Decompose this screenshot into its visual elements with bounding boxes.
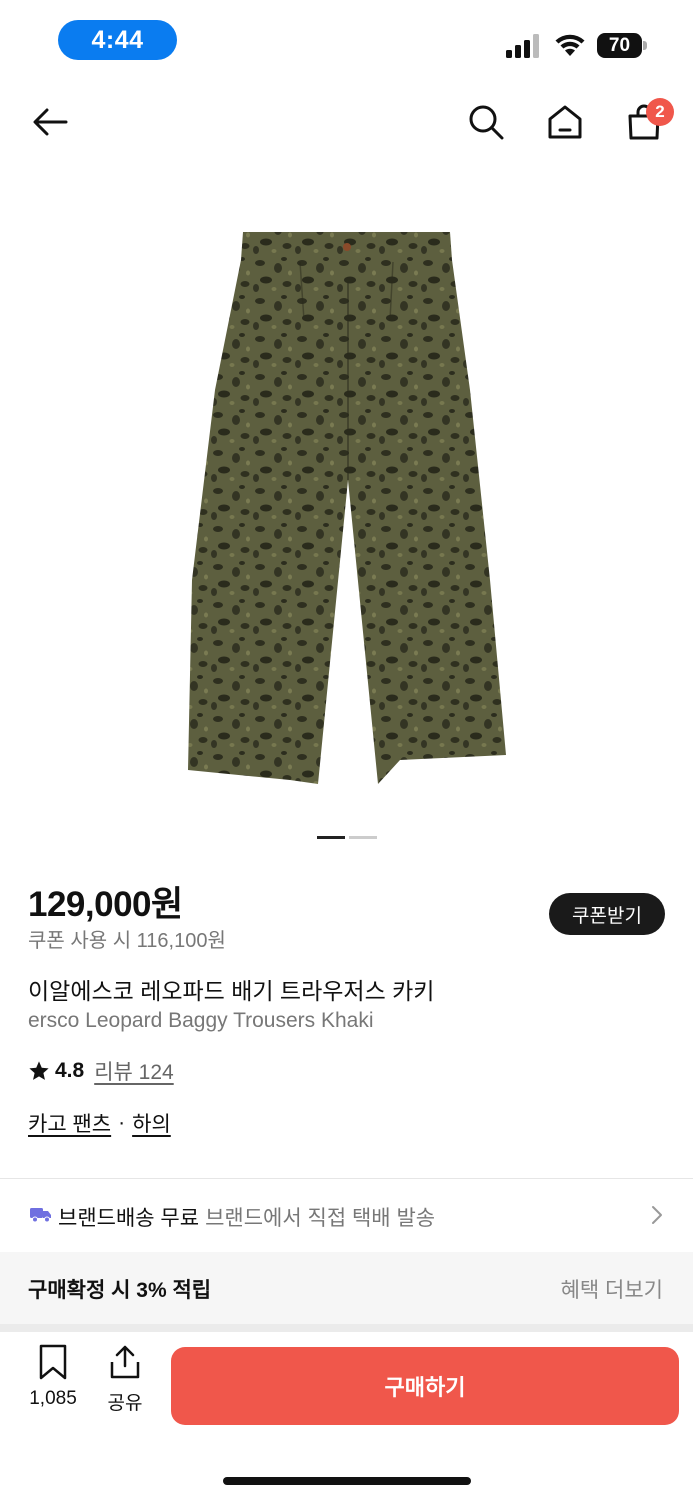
bookmark-count: 1,085 (29, 1388, 77, 1409)
back-button[interactable] (26, 98, 74, 146)
bottom-action-bar: 1,085 공유 구매하기 (0, 1332, 693, 1500)
home-indicator (223, 1477, 471, 1485)
review-link[interactable]: 리뷰 124 (94, 1056, 174, 1086)
star-icon (29, 1061, 49, 1080)
chevron-right-icon (652, 1206, 662, 1224)
coupon-price: 쿠폰 사용 시 116,100원 (28, 930, 226, 952)
rating-value: 4.8 (55, 1059, 85, 1082)
battery-cap (643, 41, 647, 50)
section-divider (0, 1178, 693, 1179)
share-label: 공유 (107, 1393, 143, 1414)
delivery-truck-icon (30, 1208, 51, 1223)
status-time: 4:44 (58, 20, 177, 60)
category-link-bottoms[interactable]: 하의 (132, 1108, 171, 1138)
product-image[interactable] (0, 180, 693, 820)
battery-level: 70 (597, 33, 642, 58)
shipping-description: 브랜드에서 직접 택배 발송 (205, 1207, 436, 1230)
cart-count-badge: 2 (646, 98, 674, 126)
category-link-cargo-pants[interactable]: 카고 팬츠 (28, 1108, 111, 1138)
wifi-icon (555, 34, 585, 56)
cellular-signal-icon (506, 34, 539, 58)
home-button[interactable] (541, 98, 589, 146)
category-separator: · (118, 1111, 126, 1134)
share-icon (110, 1345, 140, 1379)
carousel-dot (349, 836, 377, 839)
carousel-indicator (317, 836, 377, 840)
product-name-korean: 이알에스코 레오파드 배기 트라우저스 카키 (28, 978, 435, 1004)
buy-button[interactable]: 구매하기 (171, 1347, 679, 1425)
product-name-english: ersco Leopard Baggy Trousers Khaki (28, 1009, 374, 1032)
get-coupon-button[interactable]: 쿠폰받기 (549, 893, 665, 935)
back-arrow-icon (33, 108, 68, 136)
category-breadcrumb: 카고 팬츠 · 하의 (28, 1108, 171, 1138)
share-button[interactable]: 공유 (98, 1344, 152, 1420)
product-price: 129,000원 (28, 885, 183, 924)
benefit-title: 구매확정 시 3% 적립 (28, 1279, 212, 1302)
status-bar: 4:44 70 (0, 0, 693, 80)
shipping-title: 브랜드배송 무료 (58, 1207, 200, 1230)
bookmark-icon (39, 1344, 67, 1380)
battery-indicator: 70 (597, 33, 647, 58)
bookmark-button[interactable]: 1,085 (20, 1344, 86, 1420)
carousel-dot-active (317, 836, 345, 839)
benefit-row[interactable]: 구매확정 시 3% 적립 혜택 더보기 (0, 1252, 693, 1324)
shipping-text: 브랜드배송 무료 브랜드에서 직접 택배 발송 (58, 1202, 435, 1232)
search-icon (469, 105, 504, 140)
search-button[interactable] (462, 98, 510, 146)
section-spacer (0, 1324, 693, 1332)
benefit-more-link[interactable]: 혜택 더보기 (561, 1274, 663, 1304)
rating-row: 4.8 리뷰 124 (28, 1056, 174, 1086)
shipping-info-row[interactable]: 브랜드배송 무료 브랜드에서 직접 택배 발송 (0, 1180, 693, 1250)
top-navigation (0, 90, 693, 160)
home-icon (548, 105, 582, 139)
